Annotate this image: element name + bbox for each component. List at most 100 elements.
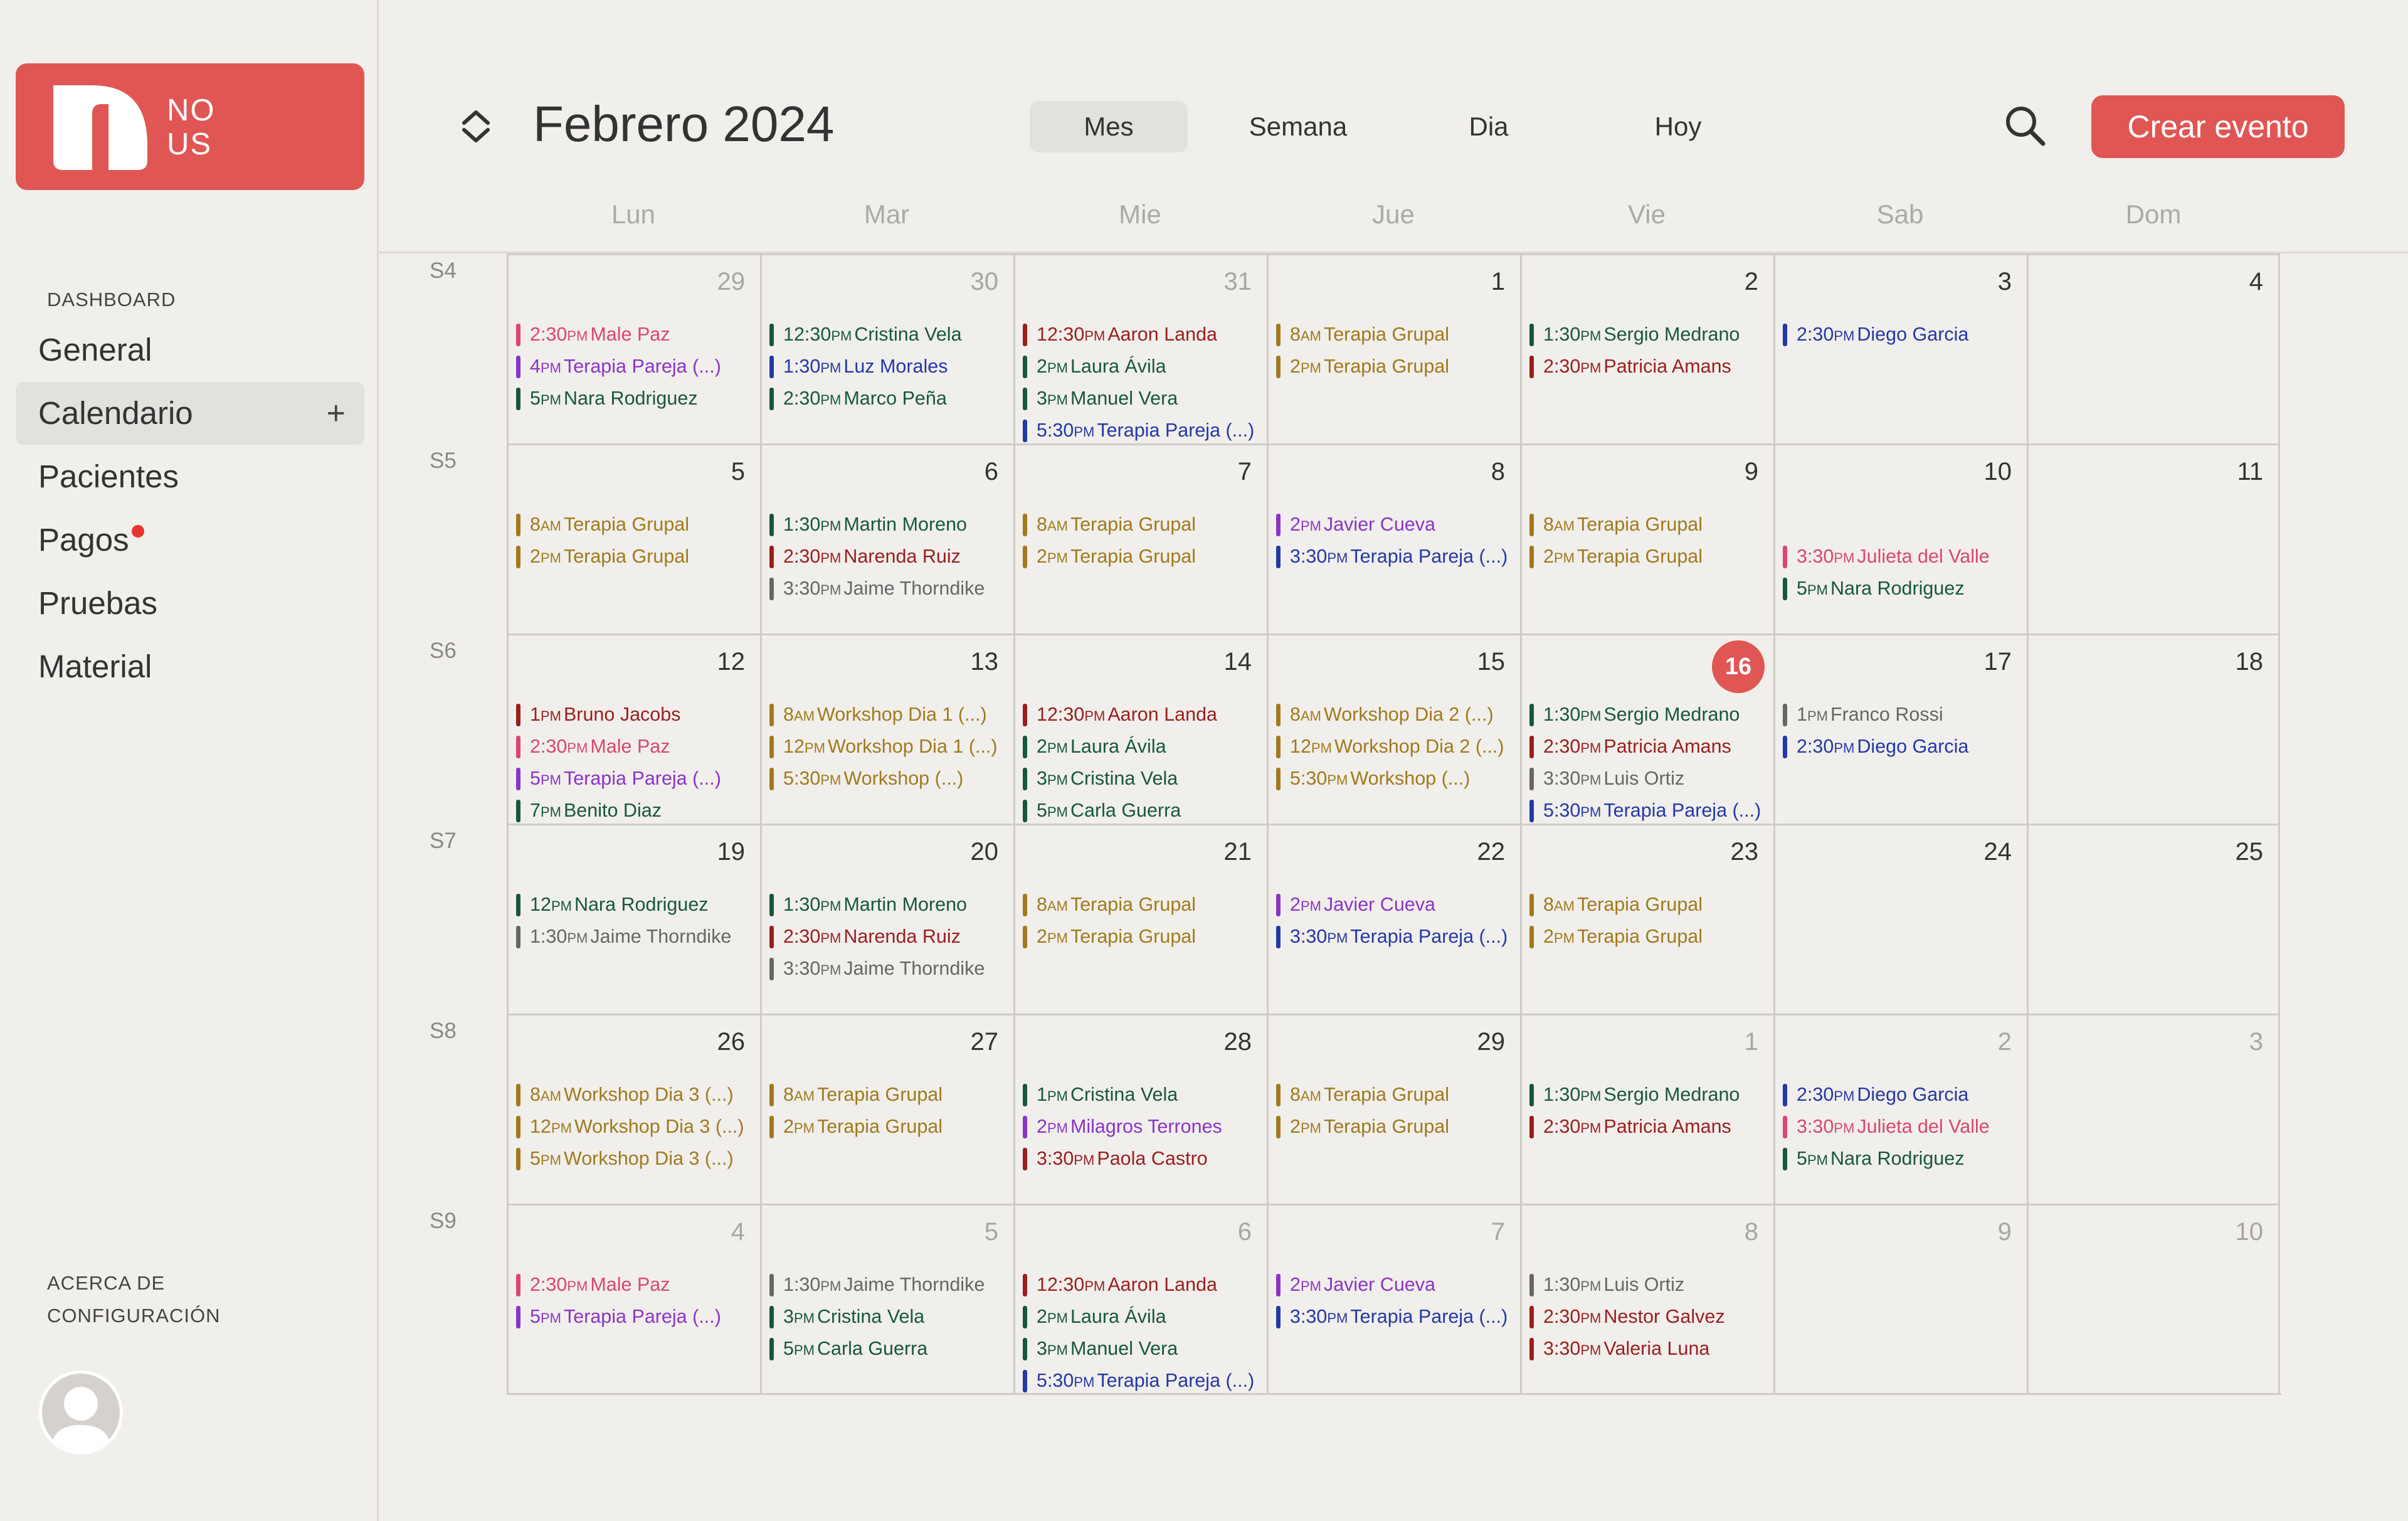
calendar-event[interactable]: 7PM Benito Diaz: [516, 797, 756, 824]
day-cell[interactable]: 3: [2029, 1014, 2280, 1204]
day-cell[interactable]: 7 8AM Terapia Grupal 2PM Terapia Grupal: [1015, 443, 1269, 633]
calendar-event[interactable]: 2PM Terapia Grupal: [769, 1113, 1010, 1140]
sidebar-item-material[interactable]: Material: [16, 635, 364, 698]
calendar-event[interactable]: 5PM Terapia Pareja (...): [516, 1303, 756, 1330]
day-cell[interactable]: 28 1PM Cristina Vela 2PM Milagros Terrones 3:…: [1015, 1014, 1269, 1204]
calendar-event[interactable]: 3:30PM Julieta del Valle: [1783, 543, 2023, 570]
calendar-event[interactable]: 1:30PM Luis Ortiz: [1529, 1271, 1770, 1298]
day-cell[interactable]: 21 8AM Terapia Grupal 2PM Terapia Grupal: [1015, 824, 1269, 1014]
day-cell[interactable]: 23 8AM Terapia Grupal 2PM Terapia Grupal: [1522, 824, 1775, 1014]
calendar-event[interactable]: 2PM Terapia Grupal: [1529, 923, 1770, 950]
calendar-event[interactable]: 2:30PM Marco Peña: [769, 384, 1010, 412]
calendar-event[interactable]: 2:30PM Narenda Ruiz: [769, 923, 1010, 950]
calendar-event[interactable]: 2:30PM Diego Garcia: [1783, 1081, 2023, 1108]
calendar-event[interactable]: 3:30PM Terapia Pareja (...): [1276, 1303, 1516, 1330]
calendar-event[interactable]: 8AM Terapia Grupal: [1023, 891, 1263, 918]
calendar-event[interactable]: 8AM Workshop Dia 3 (...): [516, 1081, 756, 1108]
day-cell[interactable]: 1 1:30PM Sergio Medrano 2:30PM Patricia Aman…: [1522, 1014, 1775, 1204]
calendar-event[interactable]: 3PM Manuel Vera: [1023, 1335, 1263, 1362]
calendar-event[interactable]: 8AM Workshop Dia 2 (...): [1276, 701, 1516, 728]
day-cell[interactable]: 12 1PM Bruno Jacobs 2:30PM Male Paz 5PM Terapi…: [509, 633, 762, 824]
calendar-event[interactable]: 2:30PM Patricia Amans: [1529, 733, 1770, 760]
calendar-event[interactable]: 3:30PM Luis Ortiz: [1529, 765, 1770, 792]
calendar-event[interactable]: 12:30PM Aaron Landa: [1023, 1271, 1263, 1298]
calendar-event[interactable]: 2:30PM Male Paz: [516, 733, 756, 760]
add-calendar-button[interactable]: +: [327, 382, 346, 445]
calendar-event[interactable]: 2PM Javier Cueva: [1276, 1271, 1516, 1298]
day-cell[interactable]: 4: [2029, 253, 2280, 443]
calendar-event[interactable]: 5PM Nara Rodriguez: [1783, 1145, 2023, 1172]
calendar-event[interactable]: 2PM Laura Ávila: [1023, 733, 1263, 760]
calendar-event[interactable]: 1:30PM Martin Moreno: [769, 891, 1010, 918]
day-cell[interactable]: 5 8AM Terapia Grupal 2PM Terapia Grupal: [509, 443, 762, 633]
calendar-event[interactable]: 2PM Terapia Grupal: [1529, 543, 1770, 570]
calendar-event[interactable]: 12PM Nara Rodriguez: [516, 891, 756, 918]
calendar-event[interactable]: 12:30PM Aaron Landa: [1023, 321, 1263, 348]
calendar-event[interactable]: 3:30PM Valeria Luna: [1529, 1335, 1770, 1362]
calendar-event[interactable]: 8AM Terapia Grupal: [1529, 891, 1770, 918]
day-cell[interactable]: 10: [2029, 1204, 2280, 1394]
calendar-event[interactable]: 8AM Terapia Grupal: [769, 1081, 1010, 1108]
day-cell[interactable]: 7 2PM Javier Cueva 3:30PM Terapia Pareja (..…: [1269, 1204, 1522, 1394]
calendar-event[interactable]: 8AM Terapia Grupal: [1529, 511, 1770, 538]
day-cell[interactable]: 4 2:30PM Male Paz 5PM Terapia Pareja (...): [509, 1204, 762, 1394]
settings-link[interactable]: CONFIGURACIÓN: [47, 1300, 221, 1332]
calendar-event[interactable]: 8AM Terapia Grupal: [1276, 1081, 1516, 1108]
calendar-event[interactable]: 1:30PM Martin Moreno: [769, 511, 1010, 538]
calendar-event[interactable]: 8AM Workshop Dia 1 (...): [769, 701, 1010, 728]
day-cell[interactable]: 27 8AM Terapia Grupal 2PM Terapia Grupal: [762, 1014, 1015, 1204]
tab-hoy[interactable]: Hoy: [1599, 101, 1757, 152]
calendar-event[interactable]: 1PM Bruno Jacobs: [516, 701, 756, 728]
calendar-event[interactable]: 12:30PM Cristina Vela: [769, 321, 1010, 348]
calendar-event[interactable]: 5PM Nara Rodriguez: [1783, 575, 2023, 602]
calendar-event[interactable]: 5PM Carla Guerra: [769, 1335, 1010, 1362]
day-cell[interactable]: 29 8AM Terapia Grupal 2PM Terapia Grupal: [1269, 1014, 1522, 1204]
day-cell[interactable]: 30 12:30PM Cristina Vela 1:30PM Luz Morales 2…: [762, 253, 1015, 443]
day-cell[interactable]: 15 8AM Workshop Dia 2 (...) 12PM Workshop Di…: [1269, 633, 1522, 824]
calendar-event[interactable]: 5:30PM Terapia Pareja (...): [1023, 1367, 1263, 1394]
day-cell[interactable]: 5 1:30PM Jaime Thorndike 3PM Cristina Vela 5P…: [762, 1204, 1015, 1394]
day-cell[interactable]: 2 1:30PM Sergio Medrano 2:30PM Patricia Aman…: [1522, 253, 1775, 443]
calendar-event[interactable]: 2PM Terapia Grupal: [1276, 352, 1516, 380]
calendar-event[interactable]: 1:30PM Jaime Thorndike: [516, 923, 756, 950]
day-cell[interactable]: 6 1:30PM Martin Moreno 2:30PM Narenda Ruiz 3:…: [762, 443, 1015, 633]
calendar-event[interactable]: 12PM Workshop Dia 3 (...): [516, 1113, 756, 1140]
sidebar-item-general[interactable]: General: [16, 319, 364, 381]
tab-mes[interactable]: Mes: [1030, 101, 1188, 152]
sidebar-item-calendario[interactable]: Calendario +: [16, 382, 364, 445]
calendar-event[interactable]: 5:30PM Workshop (...): [769, 765, 1010, 792]
calendar-event[interactable]: 3:30PM Terapia Pareja (...): [1276, 543, 1516, 570]
calendar-event[interactable]: 3:30PM Jaime Thorndike: [769, 575, 1010, 602]
calendar-event[interactable]: 2:30PM Male Paz: [516, 321, 756, 348]
calendar-event[interactable]: 1:30PM Jaime Thorndike: [769, 1271, 1010, 1298]
calendar-event[interactable]: 2:30PM Diego Garcia: [1783, 733, 2023, 760]
sidebar-item-pacientes[interactable]: Pacientes: [16, 445, 364, 508]
calendar-event[interactable]: 12PM Workshop Dia 2 (...): [1276, 733, 1516, 760]
calendar-event[interactable]: 8AM Terapia Grupal: [1276, 321, 1516, 348]
calendar-event[interactable]: 8AM Terapia Grupal: [1023, 511, 1263, 538]
tab-semana[interactable]: Semana: [1219, 101, 1377, 152]
sidebar-item-pagos[interactable]: Pagos: [16, 509, 364, 571]
day-cell[interactable]: 11: [2029, 443, 2280, 633]
calendar-event[interactable]: 3PM Manuel Vera: [1023, 384, 1263, 412]
calendar-event[interactable]: 1PM Cristina Vela: [1023, 1081, 1263, 1108]
day-cell[interactable]: 10 3:30PM Julieta del Valle 5PM Nara Rodrigu…: [1775, 443, 2029, 633]
month-switch-button[interactable]: [457, 107, 495, 146]
calendar-event[interactable]: 3:30PM Jaime Thorndike: [769, 955, 1010, 982]
calendar-event[interactable]: 2:30PM Diego Garcia: [1783, 321, 2023, 348]
calendar-event[interactable]: 5PM Terapia Pareja (...): [516, 765, 756, 792]
calendar-event[interactable]: 3:30PM Terapia Pareja (...): [1276, 923, 1516, 950]
calendar-event[interactable]: 1:30PM Sergio Medrano: [1529, 321, 1770, 348]
calendar-event[interactable]: 2:30PM Narenda Ruiz: [769, 543, 1010, 570]
day-cell[interactable]: 29 2:30PM Male Paz 4PM Terapia Pareja (...) 5…: [509, 253, 762, 443]
calendar-event[interactable]: 2PM Laura Ávila: [1023, 352, 1263, 380]
calendar-event[interactable]: 5:30PM Terapia Pareja (...): [1529, 797, 1770, 824]
day-cell[interactable]: 6 12:30PM Aaron Landa 2PM Laura Ávila 3PM Manu…: [1015, 1204, 1269, 1394]
calendar-event[interactable]: 2PM Javier Cueva: [1276, 511, 1516, 538]
calendar-event[interactable]: 4PM Terapia Pareja (...): [516, 352, 756, 380]
calendar-event[interactable]: 8AM Terapia Grupal: [516, 511, 756, 538]
day-cell[interactable]: 14 12:30PM Aaron Landa 2PM Laura Ávila 3PM Cri…: [1015, 633, 1269, 824]
user-avatar[interactable]: [39, 1370, 123, 1455]
calendar-event[interactable]: 12PM Workshop Dia 1 (...): [769, 733, 1010, 760]
day-cell[interactable]: 20 1:30PM Martin Moreno 2:30PM Narenda Ruiz 3…: [762, 824, 1015, 1014]
